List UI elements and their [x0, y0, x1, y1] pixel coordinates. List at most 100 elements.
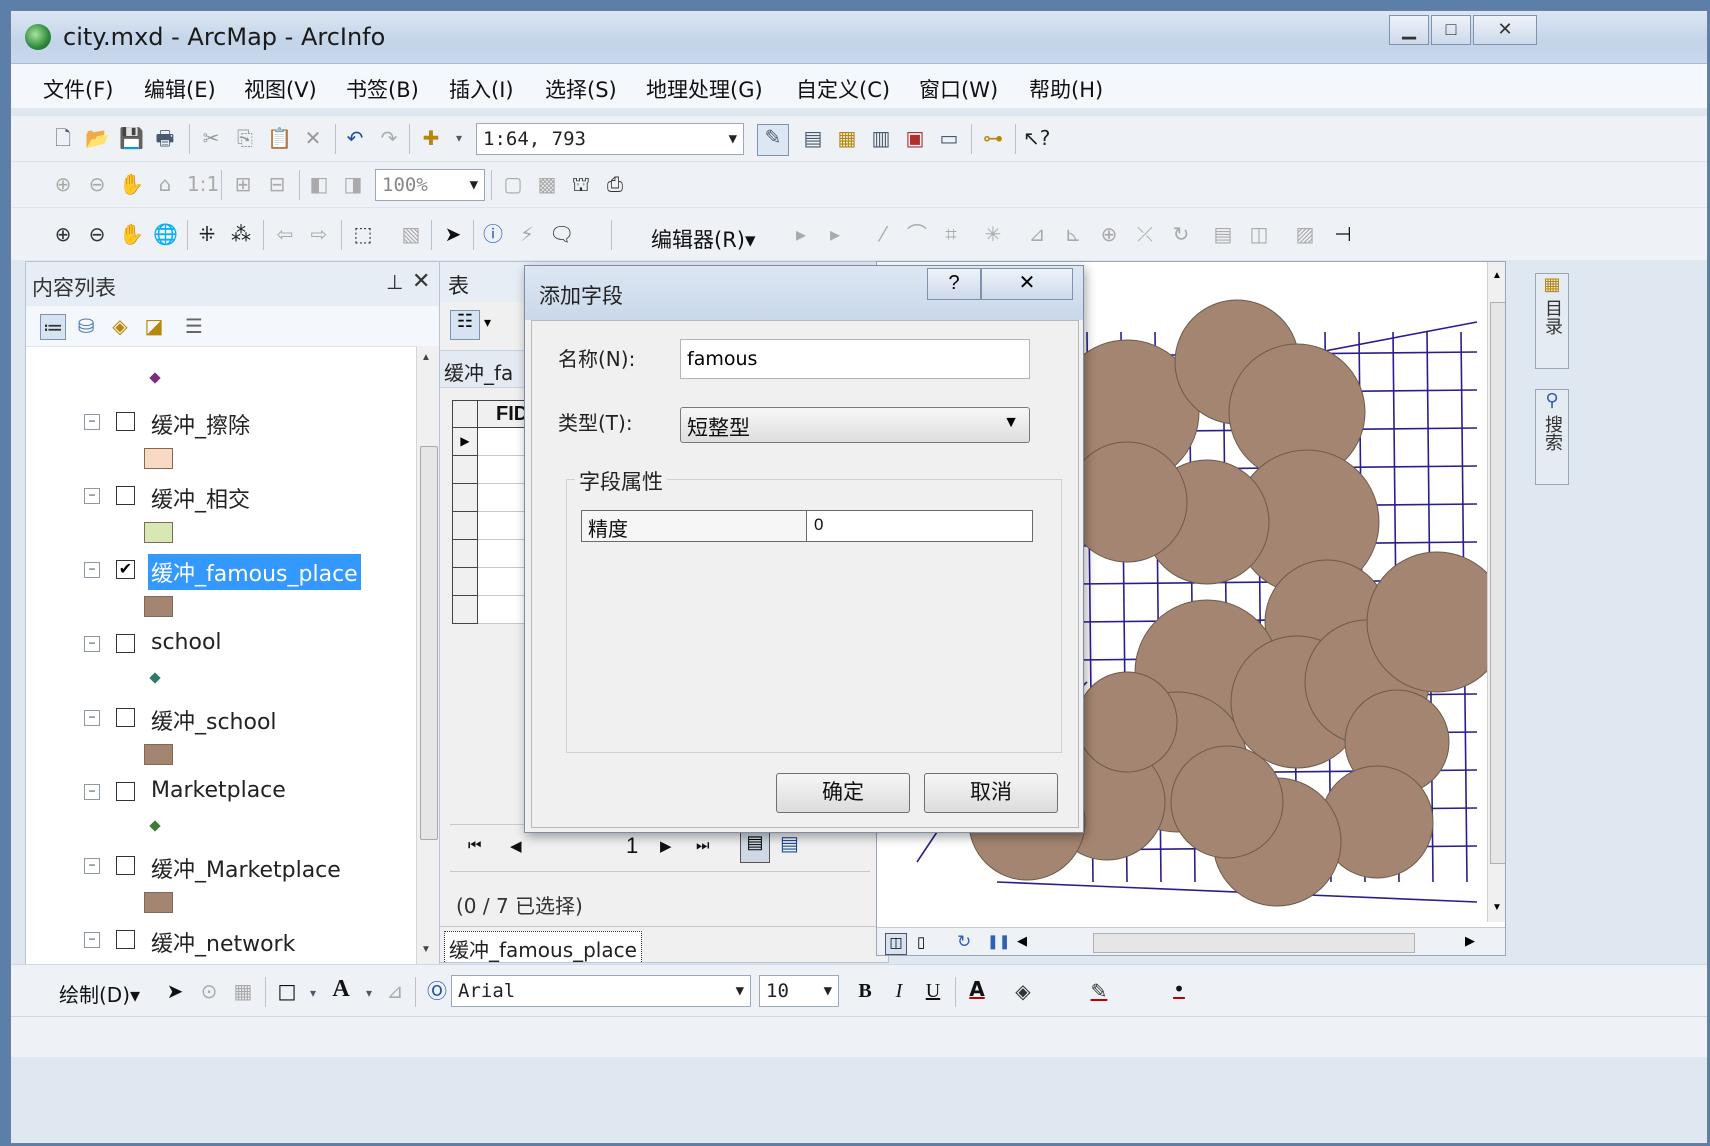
scroll-right-icon[interactable]: ▶ — [1465, 933, 1475, 949]
menu-geoprocessing[interactable]: 地理处理(G) — [646, 74, 763, 104]
layer-name[interactable]: 缓冲_相交 — [148, 480, 253, 516]
marker-color-icon[interactable]: • — [1167, 977, 1191, 1001]
list-by-source-icon[interactable]: ⛁ — [74, 314, 98, 338]
fixed-zoom-in-icon[interactable]: ⊞ — [231, 172, 255, 196]
pin-icon[interactable]: ⊥ — [386, 270, 403, 295]
next-record-icon[interactable]: ▶ — [660, 837, 672, 855]
line-color-icon[interactable]: ✎ — [1087, 979, 1111, 1003]
edit-tool-icon[interactable]: ▸ — [789, 222, 813, 246]
table-footer-tab[interactable]: 缓冲_famous_place — [444, 931, 642, 962]
layer-name[interactable]: school — [148, 628, 225, 657]
create-features-icon[interactable]: ▨ — [1293, 222, 1317, 246]
end-point-arc-icon[interactable]: ⌒ — [905, 222, 929, 246]
catalog-dock-tab[interactable]: ▦ 目录 — [1535, 273, 1569, 369]
map-vscroll-thumb[interactable] — [1490, 302, 1505, 864]
show-selected-records-icon[interactable]: ▤ — [780, 831, 799, 856]
editor-toolbar-icon[interactable]: ✎ — [757, 124, 789, 156]
scroll-down-icon[interactable]: ▼ — [421, 944, 431, 955]
edit-vertices-icon[interactable]: ⊿ — [1025, 222, 1049, 246]
layer-name[interactable]: 缓冲_famous_place — [148, 554, 361, 590]
collapse-icon[interactable]: − — [84, 858, 100, 874]
show-all-records-icon[interactable]: ▤ — [740, 831, 770, 863]
row-selector[interactable]: ▶ — [452, 428, 478, 456]
collapse-icon[interactable]: − — [84, 414, 100, 430]
next-extent-icon[interactable]: ⇨ — [307, 222, 331, 246]
reshape-icon[interactable]: ⊾ — [1061, 222, 1085, 246]
save-icon[interactable]: 💾 — [119, 126, 144, 150]
row-selector[interactable] — [452, 568, 478, 596]
data-driven-pages-icon[interactable]: ⎙ — [603, 172, 627, 196]
menu-insert[interactable]: 插入(I) — [449, 74, 514, 104]
zoom-100-icon[interactable]: 1:1 — [187, 172, 219, 196]
layout-zoom-combo[interactable]: 100% ▼ — [375, 169, 485, 201]
delete-icon[interactable]: ✕ — [301, 126, 325, 150]
toc-scroll-thumb[interactable] — [420, 446, 438, 840]
fixed-zoom-in-map-icon[interactable]: ⁜ — [195, 222, 219, 246]
font-combo[interactable]: Arial ▼ — [451, 975, 751, 1007]
catalog-window-icon[interactable]: ▦ — [835, 126, 859, 150]
add-data-icon[interactable]: ✚ — [419, 126, 443, 150]
scroll-up-icon[interactable]: ▲ — [421, 352, 431, 363]
refresh-icon[interactable]: ↻ — [957, 932, 971, 952]
maximize-button[interactable]: □ — [1431, 15, 1471, 45]
layer-visibility-checkbox[interactable] — [116, 486, 135, 505]
attributes-icon[interactable]: ▤ — [1211, 222, 1235, 246]
edit-vertices-icon[interactable]: ⊿ — [383, 979, 407, 1003]
sketch-properties-icon[interactable]: ◫ — [1247, 222, 1271, 246]
table-tab[interactable]: 缓冲_fa — [444, 357, 513, 386]
map-hscroll-thumb[interactable] — [1093, 933, 1415, 953]
modelbuilder-icon[interactable]: ⊶ — [981, 126, 1005, 150]
toc-layer-row[interactable]: − school — [26, 624, 396, 664]
zoom-in-icon[interactable]: ⊕ — [51, 222, 75, 246]
collapse-icon[interactable]: − — [84, 636, 100, 652]
menu-file[interactable]: 文件(F) — [43, 74, 113, 104]
identify-icon[interactable]: ⓘ — [481, 222, 505, 246]
list-by-drawing-order-icon[interactable]: ≔ — [40, 314, 66, 340]
bold-button[interactable]: B — [853, 979, 877, 1003]
menu-view[interactable]: 视图(V) — [244, 74, 317, 104]
toggle-draft-mode-icon[interactable]: ▢ — [501, 172, 525, 196]
select-elements-icon[interactable]: ➤ — [441, 222, 465, 246]
undo-icon[interactable]: ↶ — [343, 126, 367, 150]
paste-icon[interactable]: 📋 — [267, 126, 292, 150]
scroll-left-icon[interactable]: ◀ — [1017, 933, 1027, 949]
field-type-select[interactable]: 短整型 ▼ — [680, 407, 1030, 443]
layer-visibility-checkbox[interactable] — [116, 634, 135, 653]
text-dropdown-icon[interactable]: ▾ — [357, 981, 381, 1005]
row-selector[interactable] — [452, 540, 478, 568]
rectangle-icon[interactable]: □ — [275, 979, 299, 1003]
pause-drawing-icon[interactable]: ❚❚ — [987, 933, 1010, 950]
zoom-whole-page-icon[interactable]: ⌂ — [153, 172, 177, 196]
collapse-icon[interactable]: − — [84, 488, 100, 504]
previous-extent-icon[interactable]: ⇦ — [273, 222, 297, 246]
close-button[interactable]: ✕ — [1473, 15, 1537, 45]
arctoolbox-icon[interactable]: ▣ — [903, 126, 927, 150]
copy-icon[interactable]: ⎘ — [233, 126, 257, 150]
straight-segment-icon[interactable]: ⁄ — [871, 222, 895, 246]
new-document-icon[interactable]: 🗋 — [51, 126, 75, 150]
font-size-combo[interactable]: 10 ▼ — [759, 975, 839, 1007]
data-view-icon[interactable]: ◫ — [885, 933, 907, 955]
cancel-button[interactable]: 取消 — [924, 773, 1058, 813]
cut-icon[interactable]: ✂ — [199, 126, 223, 150]
last-record-icon[interactable]: ⏭ — [696, 837, 710, 854]
italic-button[interactable]: I — [887, 979, 911, 1003]
toc-options-icon[interactable]: ☰ — [182, 314, 206, 338]
underline-button[interactable]: U — [921, 979, 945, 1003]
minimize-button[interactable]: ▁ — [1389, 15, 1429, 45]
split-icon[interactable]: ⤫ — [1133, 222, 1157, 246]
search-dock-tab[interactable]: ⚲ 搜索 — [1535, 389, 1569, 485]
toc-layer-row[interactable]: − Marketplace — [26, 772, 396, 812]
whats-this-icon[interactable]: ↖? — [1023, 126, 1050, 150]
search-window-icon[interactable]: ▥ — [869, 126, 893, 150]
ok-button[interactable]: 确定 — [776, 773, 910, 813]
python-window-icon[interactable]: ▭ — [937, 126, 961, 150]
layout-view-icon[interactable]: ▯ — [917, 933, 925, 951]
scroll-up-icon[interactable]: ▲ — [1492, 270, 1502, 281]
add-data-dropdown-icon[interactable]: ▾ — [447, 126, 471, 150]
pan-page-icon[interactable]: ✋ — [119, 172, 144, 196]
field-name-input[interactable] — [680, 339, 1030, 379]
fixed-zoom-out-map-icon[interactable]: ⁂ — [229, 222, 253, 246]
zoom-in-page-icon[interactable]: ⊕ — [51, 172, 75, 196]
menu-selection[interactable]: 选择(S) — [545, 74, 617, 104]
